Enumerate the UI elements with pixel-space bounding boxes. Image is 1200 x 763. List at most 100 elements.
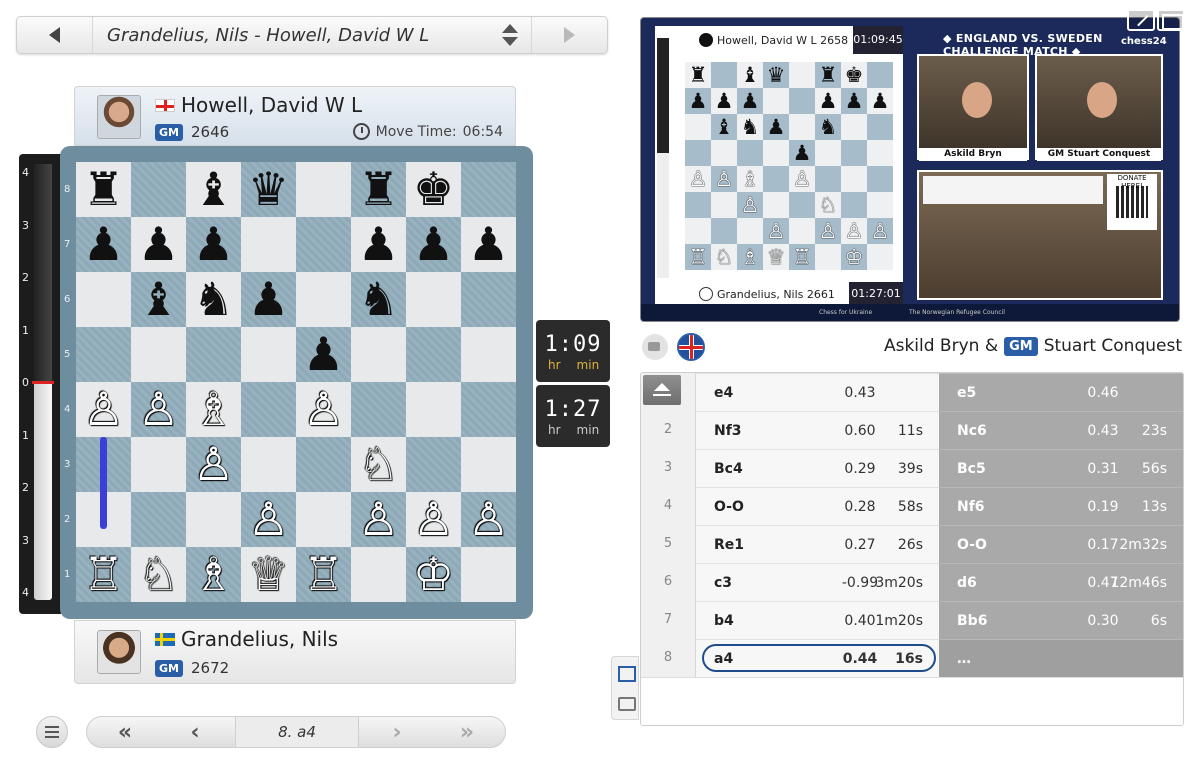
black-move-cell[interactable]: d6 0.47 12m46s [939,563,1183,601]
white-move-cell[interactable]: Nf3 0.60 11s [696,411,939,449]
theater-mode-icon[interactable] [1157,9,1185,31]
collapse-moves-icon[interactable] [643,375,681,405]
black-piece-b6[interactable]: ♝ [131,272,186,327]
english-commentary-flag-icon[interactable] [677,333,705,361]
black-player-name[interactable]: Howell, David W L [181,93,362,117]
black-move-cell[interactable]: … [939,639,1183,677]
square-e6[interactable] [296,272,351,327]
black-move[interactable]: e5 [957,374,976,412]
black-move[interactable]: d6 [957,564,977,602]
white-move-cell[interactable]: b4 0.40 1m20s [696,601,939,639]
game-selector[interactable]: Grandelius, Nils - Howell, David W L [16,16,608,54]
black-move[interactable]: Bb6 [957,602,987,640]
white-piece-e4[interactable]: ♙ [296,382,351,437]
black-piece-b7[interactable]: ♟ [131,217,186,272]
white-piece-b1[interactable]: ♘ [131,547,186,602]
white-player-name[interactable]: Grandelius, Nils [181,627,338,651]
white-piece-h2[interactable]: ♙ [461,492,516,547]
last-move-button[interactable]: » [439,717,495,747]
square-f4[interactable] [351,382,406,437]
square-h1[interactable] [461,547,516,602]
square-e3[interactable] [296,437,351,492]
black-move[interactable]: … [957,640,971,678]
white-piece-a1[interactable]: ♖ [76,547,131,602]
white-move[interactable]: Nf3 [714,412,742,450]
black-piece-d8[interactable]: ♛ [241,162,296,217]
notation-tab-icon[interactable] [616,663,636,683]
black-move-cell[interactable]: O-O 0.17 2m32s [939,525,1183,563]
black-move-cell[interactable]: Nc6 0.43 23s [939,411,1183,449]
square-g3[interactable] [406,437,461,492]
next-game-button[interactable] [531,17,607,53]
black-player-avatar[interactable] [97,95,141,139]
white-move[interactable]: a4 [714,640,733,678]
black-piece-c6[interactable]: ♞ [186,272,241,327]
chat-tab-icon[interactable] [616,693,636,713]
square-d5[interactable] [241,327,296,382]
black-piece-a8[interactable]: ♜ [76,162,131,217]
white-move-cell[interactable]: Bc4 0.29 39s [696,449,939,487]
square-b8[interactable] [131,162,186,217]
square-b2[interactable] [131,492,186,547]
white-piece-d2[interactable]: ♙ [241,492,296,547]
expand-video-icon[interactable] [1127,9,1155,31]
white-piece-c1[interactable]: ♗ [186,547,241,602]
square-a5[interactable] [76,327,131,382]
white-move[interactable]: Re1 [714,526,744,564]
menu-button[interactable] [36,716,68,748]
white-piece-c4[interactable]: ♗ [186,382,241,437]
white-move-cell[interactable]: c3 -0.99 3m20s [696,563,939,601]
black-piece-e5[interactable]: ♟ [296,327,351,382]
black-piece-g7[interactable]: ♟ [406,217,461,272]
previous-game-button[interactable] [17,17,93,53]
white-move[interactable]: e4 [714,374,733,412]
first-move-button[interactable]: « [97,717,153,747]
square-a6[interactable] [76,272,131,327]
square-c2[interactable] [186,492,241,547]
square-c5[interactable] [186,327,241,382]
square-e2[interactable] [296,492,351,547]
black-move-cell[interactable]: e5 0.46 [939,373,1183,411]
square-d7[interactable] [241,217,296,272]
black-piece-c8[interactable]: ♝ [186,162,241,217]
white-piece-f2[interactable]: ♙ [351,492,406,547]
square-g5[interactable] [406,327,461,382]
white-player-avatar[interactable] [97,630,141,674]
white-piece-b4[interactable]: ♙ [131,382,186,437]
black-move[interactable]: O-O [957,526,987,564]
square-d3[interactable] [241,437,296,492]
black-piece-a7[interactable]: ♟ [76,217,131,272]
black-piece-f6[interactable]: ♞ [351,272,406,327]
camera-toggle-icon[interactable] [642,334,668,360]
white-piece-e1[interactable]: ♖ [296,547,351,602]
square-f5[interactable] [351,327,406,382]
previous-move-button[interactable]: ‹ [167,717,223,747]
square-b5[interactable] [131,327,186,382]
square-d4[interactable] [241,382,296,437]
video-stream[interactable]: Howell, David W L 2658 01:09:45 ♜ ♝ ♛ ♜ ♚ ♟ ♟ ♟… [640,17,1180,322]
black-piece-c7[interactable]: ♟ [186,217,241,272]
black-move[interactable]: Nf6 [957,488,985,526]
square-h6[interactable] [461,272,516,327]
black-piece-f7[interactable]: ♟ [351,217,406,272]
black-move-cell[interactable]: Nf6 0.19 13s [939,487,1183,525]
square-h8[interactable] [461,162,516,217]
square-f1[interactable] [351,547,406,602]
next-move-button[interactable]: › [369,717,425,747]
white-move[interactable]: O-O [714,488,744,526]
white-move-cell[interactable]: Re1 0.27 26s [696,525,939,563]
white-move-cell[interactable]: a4 0.44 16s [696,639,939,677]
black-piece-d6[interactable]: ♟ [241,272,296,327]
black-piece-h7[interactable]: ♟ [461,217,516,272]
white-piece-c3[interactable]: ♙ [186,437,241,492]
white-piece-d1[interactable]: ♕ [241,547,296,602]
square-e8[interactable] [296,162,351,217]
game-dropdown-icon[interactable] [501,24,519,48]
square-h3[interactable] [461,437,516,492]
square-e7[interactable] [296,217,351,272]
chess-board[interactable]: ♜♝♛♜♚♟♟♟♟♟♟♝♞♟♞♟♙♙♗♙♙♘♙♙♙♙♖♘♗♕♖♔ABCDEFGH… [64,162,516,631]
black-move[interactable]: Nc6 [957,412,987,450]
square-g4[interactable] [406,382,461,437]
white-move-cell[interactable]: O-O 0.28 58s [696,487,939,525]
white-piece-a4[interactable]: ♙ [76,382,131,437]
